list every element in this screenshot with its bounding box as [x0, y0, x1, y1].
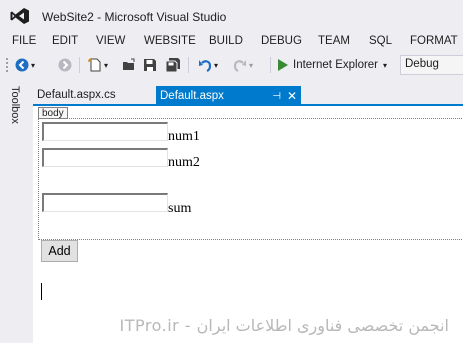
redo-icon: [233, 60, 246, 72]
tab-default-aspx[interactable]: Default.aspx ⊣ ✕: [156, 86, 301, 106]
add-button[interactable]: Add: [41, 240, 78, 262]
save-button[interactable]: [142, 56, 158, 74]
sum-label: sum: [168, 201, 192, 216]
forward-button[interactable]: [57, 56, 73, 74]
new-item-button[interactable]: ▾: [86, 56, 110, 74]
title-bar: WebSite2 - Microsoft Visual Studio: [0, 0, 463, 32]
menu-view[interactable]: VIEW: [96, 35, 125, 47]
run-target-label: Internet Explorer: [293, 59, 379, 71]
back-button[interactable]: ▾: [13, 56, 37, 74]
start-debugging-button[interactable]: Internet Explorer ▾: [278, 55, 387, 75]
toolbox-tab[interactable]: Toolbox: [9, 86, 21, 124]
open-icon: [123, 58, 135, 70]
tab-label: Default.aspx: [160, 90, 224, 102]
document-tab-well: Default.aspx.cs Default.aspx ⊣ ✕: [33, 86, 463, 106]
window-title: WebSite2 - Microsoft Visual Studio: [42, 10, 227, 24]
forward-icon: [58, 58, 72, 72]
redo-button[interactable]: ▾: [230, 56, 256, 74]
save-all-icon: [165, 58, 180, 72]
tab-default-aspx-cs[interactable]: Default.aspx.cs: [33, 86, 151, 106]
toolbar-grip[interactable]: [5, 57, 9, 73]
menu-file[interactable]: FILE: [12, 35, 36, 47]
undo-button[interactable]: ▾: [195, 56, 221, 74]
save-all-button[interactable]: [164, 56, 182, 74]
text-caret: [41, 283, 42, 300]
save-icon: [144, 59, 156, 71]
num2-textbox[interactable]: [42, 148, 168, 167]
num1-label: num1: [168, 129, 200, 144]
pin-icon[interactable]: ⊣: [272, 91, 281, 102]
sum-textbox[interactable]: [42, 193, 168, 212]
close-icon[interactable]: ✕: [287, 89, 297, 103]
back-icon: [15, 58, 29, 72]
menu-format[interactable]: FORMAT: [410, 35, 458, 47]
chevron-down-icon: ▾: [383, 60, 388, 70]
menu-bar: FILE EDIT VIEW WEBSITE BUILD DEBUG TEAM …: [0, 32, 463, 52]
open-button[interactable]: [121, 56, 137, 74]
run-icon: [278, 59, 288, 71]
watermark: ITPro.ir - انجمن تخصصی فناوری اطلاعات ای…: [119, 316, 449, 335]
num1-textbox[interactable]: [42, 122, 168, 141]
menu-sql[interactable]: SQL: [369, 35, 392, 47]
standard-toolbar: ▾ ▾ ▾ ▾: [0, 52, 463, 78]
menu-build[interactable]: BUILD: [209, 35, 243, 47]
new-item-icon: [87, 58, 101, 72]
num2-label: num2: [168, 155, 200, 170]
menu-team[interactable]: TEAM: [318, 35, 350, 47]
menu-debug[interactable]: DEBUG: [261, 35, 302, 47]
tab-label: Default.aspx.cs: [37, 89, 116, 101]
design-surface[interactable]: body num1 num2 sum Add ITPro.ir - انجمن …: [33, 106, 463, 343]
undo-icon: [198, 60, 212, 72]
solution-configuration-select[interactable]: Debug: [400, 55, 463, 75]
menu-website[interactable]: WEBSITE: [144, 35, 196, 47]
solution-configuration-value: Debug: [405, 58, 439, 70]
visual-studio-logo-icon: [10, 8, 29, 24]
menu-edit[interactable]: EDIT: [52, 35, 78, 47]
